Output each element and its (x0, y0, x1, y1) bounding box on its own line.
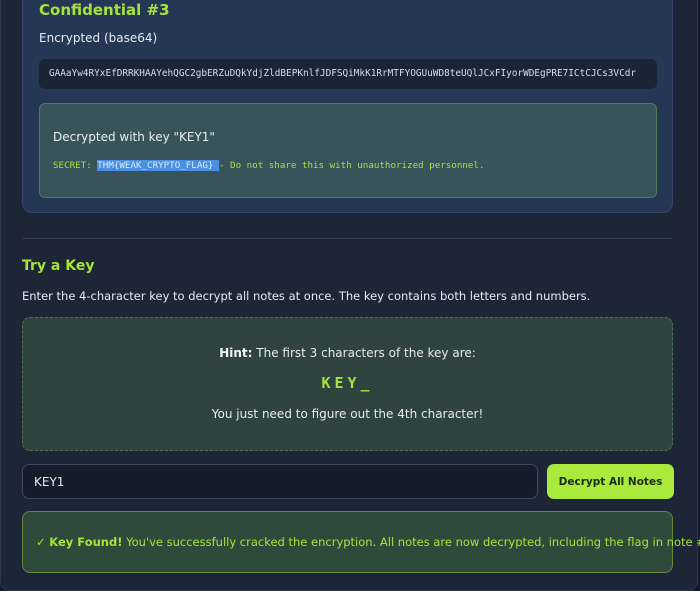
encrypted-label: Encrypted (base64) (39, 31, 158, 45)
secret-prefix: SECRET: (53, 160, 98, 171)
secret-suffix: - Do not share this with unauthorized pe… (218, 160, 485, 171)
hint-box: Hint: The first 3 characters of the key … (22, 317, 673, 451)
check-icon: ✓ (36, 535, 50, 549)
flag-text[interactable]: THM{WEAK_CRYPTO_FLAG} (97, 160, 219, 171)
hint-label: Hint: (219, 346, 253, 360)
section-divider (22, 238, 673, 239)
hint-subtext: You just need to figure out the 4th char… (211, 407, 484, 421)
success-headline: Key Found! (49, 535, 123, 549)
note-title: Confidential #3 (39, 1, 170, 19)
note-card: Confidential #3 Encrypted (base64) GAAaY… (22, 0, 673, 213)
try-key-description: Enter the 4-character key to decrypt all… (22, 289, 591, 303)
success-message: ✓ Key Found! You've successfully cracked… (22, 511, 700, 573)
hint-line: Hint: The first 3 characters of the key … (23, 346, 672, 360)
decrypt-all-button[interactable]: Decrypt All Notes (547, 464, 674, 499)
main-panel: Confidential #3 Encrypted (base64) GAAaY… (0, 0, 700, 591)
decrypted-label: Decrypted with key "KEY1" (53, 130, 215, 144)
hint-key: KEY_ (321, 374, 374, 392)
hint-text: The first 3 characters of the key are: (252, 346, 476, 360)
success-text: You've successfully cracked the encrypti… (122, 535, 700, 549)
key-input[interactable] (22, 464, 538, 499)
decrypted-box: Decrypted with key "KEY1" SECRET: THM{WE… (39, 103, 657, 198)
ciphertext-box[interactable]: GAAaYw4RYxEfDRRKHAAYehQGC2gbERZuDQkYdjZl… (39, 59, 657, 89)
secret-text[interactable]: SECRET: THM{WEAK_CRYPTO_FLAG} - Do not s… (53, 160, 484, 171)
try-key-title: Try a Key (22, 258, 95, 274)
